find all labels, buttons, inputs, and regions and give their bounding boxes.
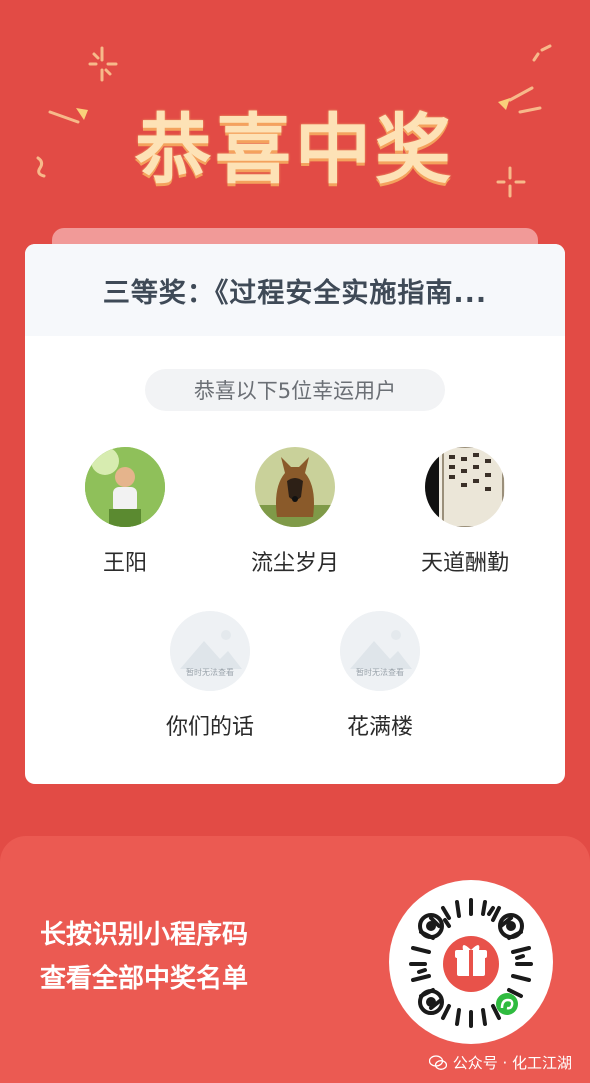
prize-title: 三等奖：《过程安全实施指南... [102,277,488,309]
wechat-icon [428,1054,447,1070]
winner-name: 天道酬勤 [420,551,509,576]
winners-subtitle: 恭喜以下5位幸运用户 [145,369,445,411]
winner-name: 你们的话 [165,715,254,740]
hint-line-1: 长按识别小程序码 [40,920,249,950]
avatar-placeholder: 暂时无法查看 [170,611,250,691]
avatar [425,447,505,527]
avatar [255,447,335,527]
watermark: 公众号 · 化工江湖 [428,1052,572,1073]
winner-item[interactable]: 暂时无法查看 花满楼 [295,611,465,741]
winner-name: 流尘岁月 [250,551,339,576]
avatar-unavailable-text: 暂时无法查看 [356,668,404,677]
qr-code-graphic [409,898,533,1028]
page-title: 恭喜中奖 [135,105,455,194]
avatar [85,447,165,527]
winner-card: 三等奖：《过程安全实施指南... 恭喜以下5位幸运用户 王阳 流尘岁月 天道酬勤… [25,244,565,784]
avatar-placeholder: 暂时无法查看 [340,611,420,691]
winner-name: 王阳 [102,551,147,576]
hint-line-2: 查看全部中奖名单 [40,964,249,994]
winner-item[interactable]: 天道酬勤 [380,447,550,577]
card-header: 三等奖：《过程安全实施指南... [25,244,565,336]
winner-item[interactable]: 流尘岁月 [210,447,380,577]
watermark-text: 公众号 · 化工江湖 [452,1054,572,1072]
winner-item[interactable]: 王阳 [40,447,210,577]
winner-name: 花满楼 [346,715,413,740]
winner-item[interactable]: 暂时无法查看 你们的话 [125,611,295,741]
mini-program-code[interactable] [389,880,553,1044]
avatar-unavailable-text: 暂时无法查看 [186,668,234,677]
